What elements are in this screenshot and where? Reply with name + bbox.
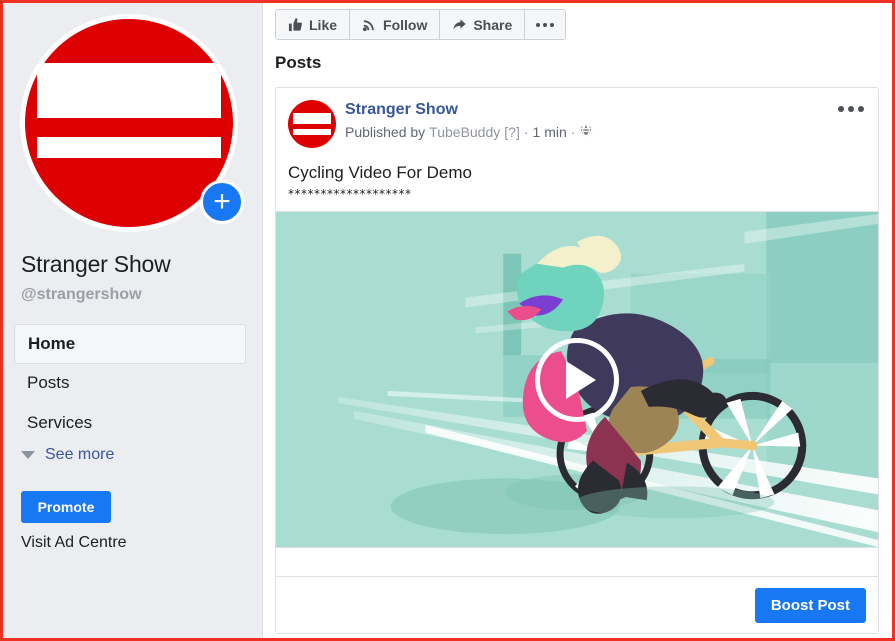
share-button[interactable]: Share [440,10,526,39]
meta-separator-1: · [523,123,529,140]
post-header: Stranger Show Published by TubeBuddy [?]… [276,88,878,148]
post-body: Cycling Video For Demo *****************… [276,148,878,211]
see-more-label: See more [45,446,115,463]
follow-label: Follow [383,16,428,33]
avatar-bar-wide [37,63,221,118]
post-menu-button[interactable] [838,106,864,112]
left-sidebar: + Stranger Show @strangershow Home Posts… [3,3,263,638]
scrollbar-track[interactable] [889,3,892,638]
post-stars-text: ******************* [288,187,412,202]
post-author-link[interactable]: Stranger Show [345,101,593,119]
post-engagement-row [276,548,878,578]
play-icon[interactable] [535,337,619,422]
post-footer: Boost Post [276,577,878,634]
sidebar-nav: Home Posts Services [14,324,246,444]
page-avatar[interactable]: + [20,14,244,232]
post-avatar-bar-wide [293,113,331,124]
like-label: Like [309,16,338,33]
boost-post-button[interactable]: Boost Post [754,587,866,623]
share-arrow-icon [452,17,467,32]
video-thumbnail[interactable] [276,211,878,549]
promote-button[interactable]: Promote [21,491,111,523]
post-card: Stranger Show Published by TubeBuddy [?]… [275,87,879,635]
published-prefix: Published by [345,123,426,140]
like-button[interactable]: Like [276,10,351,39]
main-column: Like Follow Share Posts Stranger Show Pu… [266,3,892,638]
visit-ad-centre-link[interactable]: Visit Ad Centre [21,534,127,552]
browser-page: + Stranger Show @strangershow Home Posts… [0,0,895,641]
post-avatar-icon[interactable] [288,100,336,148]
publisher-name: TubeBuddy [429,123,501,140]
more-actions-button[interactable] [525,10,566,39]
follow-button[interactable]: Follow [350,10,441,39]
sidebar-item-home[interactable]: Home [14,324,246,364]
post-text: Cycling Video For Demo [288,163,472,182]
post-avatar-bar-thin [293,129,331,135]
play-triangle [566,360,596,399]
sidebar-item-services[interactable]: Services [14,404,246,444]
post-header-text: Stranger Show Published by TubeBuddy [?]… [345,100,593,148]
thumbs-up-icon [288,17,303,32]
post-meta: Published by TubeBuddy [?] · 1 min · [345,123,593,140]
sidebar-item-posts[interactable]: Posts [14,364,246,404]
rss-follow-icon [362,17,377,32]
meta-separator-2: · [570,123,576,140]
posts-heading: Posts [275,53,322,72]
globe-icon [579,123,593,140]
publisher-help[interactable]: [?] [504,124,520,140]
share-label: Share [473,16,513,33]
chevron-down-icon [21,451,35,459]
plus-icon[interactable]: + [200,180,244,224]
page-title: Stranger Show [21,251,171,277]
page-action-bar: Like Follow Share [275,9,567,40]
post-timestamp[interactable]: 1 min [533,124,567,140]
avatar-bar-thin [37,137,221,158]
ellipsis-icon [536,22,555,27]
see-more-button[interactable]: See more [21,446,114,464]
page-handle: @strangershow [21,286,142,303]
